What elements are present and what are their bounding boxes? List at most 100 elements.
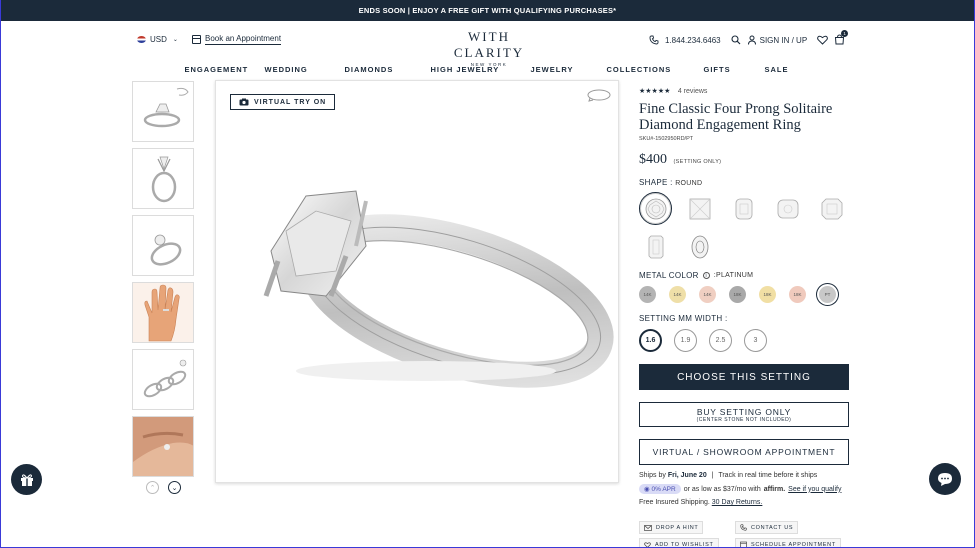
schedule-appointment-label: SCHEDULE APPOINTMENT — [751, 541, 836, 548]
main-image-viewer[interactable]: VIRTUAL TRY ON — [215, 80, 619, 483]
shape-asscher-option[interactable] — [815, 192, 848, 225]
promo-text: ENDS SOON | ENJOY A FREE GIFT WITH QUALI… — [358, 6, 617, 15]
logo[interactable]: WITH CLARITY NEW YORK — [431, 29, 547, 67]
nav-wedding[interactable]: WEDDING — [265, 59, 345, 81]
buy-setting-only-label: BUY SETTING ONLY — [696, 406, 792, 417]
phone-number[interactable]: 1.844.234.6463 — [665, 36, 721, 45]
width-2-5-option[interactable]: 2.5 — [709, 329, 732, 352]
apr-badge: ◉ 0% APR — [639, 484, 681, 494]
cushion-square-diamond-icon — [777, 199, 798, 218]
currency-selector[interactable]: USD ⌄ — [137, 35, 178, 44]
logo-main: WITH CLARITY — [453, 29, 525, 60]
info-icon[interactable]: i — [702, 272, 710, 279]
chevron-down-icon[interactable]: ⌄ — [168, 481, 181, 494]
thumbnail-gallery — [132, 81, 195, 483]
ships-track: Track in real time before it ships — [718, 472, 818, 479]
drop-a-hint-button[interactable]: DROP A HINT — [639, 521, 704, 534]
user-icon[interactable] — [747, 35, 757, 47]
search-icon[interactable] — [731, 34, 741, 47]
ships-date: Fri, June 20 — [667, 472, 707, 479]
metal-options: 14K 14K 14K 18K 18K 18K PT — [639, 286, 851, 303]
thumbnail-hand-model[interactable] — [132, 282, 194, 343]
financing-info: ◉ 0% APR or as low as $37/mo with affirm… — [639, 484, 851, 494]
shape-options — [639, 192, 859, 268]
metal-14k-white[interactable]: 14K — [639, 286, 656, 303]
rating[interactable]: ★★★★★ 4 reviews — [639, 80, 851, 98]
asscher-diamond-icon — [821, 198, 842, 219]
nav-collections[interactable]: COLLECTIONS — [607, 59, 704, 81]
nav-sale[interactable]: SALE — [765, 59, 805, 81]
heart-icon — [644, 541, 651, 547]
shape-emerald-option[interactable] — [639, 230, 672, 263]
metal-14k-rose[interactable]: 14K — [699, 286, 716, 303]
promo-banner[interactable]: ENDS SOON | ENJOY A FREE GIFT WITH QUALI… — [1, 0, 974, 21]
shape-cushion-option[interactable] — [727, 192, 760, 225]
page: ENDS SOON | ENJOY A FREE GIFT WITH QUALI… — [0, 0, 975, 548]
shape-cushion-square-option[interactable] — [771, 192, 804, 225]
phone-icon[interactable] — [649, 35, 659, 47]
calendar-icon — [740, 541, 747, 547]
shape-princess-option[interactable] — [683, 192, 716, 225]
virtual-showroom-appointment-button[interactable]: VIRTUAL / SHOWROOM APPOINTMENT — [639, 439, 849, 465]
thumbnail-ring-top[interactable] — [132, 215, 194, 276]
product-sku: SKU#-1502950RD/PT — [639, 136, 694, 142]
buy-setting-only-button[interactable]: BUY SETTING ONLY (CENTER STONE NOT INCLU… — [639, 402, 849, 427]
price: $400 (SETTING ONLY) — [639, 152, 851, 168]
oval-diamond-icon — [691, 235, 708, 258]
drop-a-hint-label: DROP A HINT — [656, 524, 699, 531]
nav-gifts[interactable]: GIFTS — [704, 59, 765, 81]
emerald-diamond-icon — [648, 235, 663, 258]
thumbnail-nav: ⌃ ⌄ — [146, 481, 181, 494]
shape-oval-option[interactable] — [683, 230, 716, 263]
book-appointment-link[interactable]: Book an Appointment — [192, 34, 282, 45]
envelope-icon — [644, 524, 652, 531]
thumbnail-hand-photo[interactable] — [132, 416, 194, 477]
metal-14k-yellow[interactable]: 14K — [669, 286, 686, 303]
width-3-option[interactable]: 3 — [744, 329, 767, 352]
logo-sub: NEW YORK — [470, 62, 508, 67]
shape-round-option[interactable] — [639, 192, 672, 225]
returns-link[interactable]: 30 Day Returns. — [712, 499, 763, 506]
shape-value: ROUND — [675, 180, 703, 187]
buy-setting-only-note: (CENTER STONE NOT INCLUDED) — [696, 416, 792, 423]
gift-icon — [20, 473, 33, 486]
currency-label: USD — [150, 35, 167, 44]
setting-width-label: SETTING MM WIDTH : — [639, 314, 728, 323]
choose-setting-button[interactable]: CHOOSE THIS SETTING — [639, 364, 849, 390]
schedule-appointment-button[interactable]: SCHEDULE APPOINTMENT — [735, 538, 841, 548]
metal-18k-rose[interactable]: 18K — [789, 286, 806, 303]
princess-diamond-icon — [689, 198, 710, 219]
reviews-link[interactable]: 4 reviews — [678, 88, 708, 95]
add-to-wishlist-button[interactable]: ADD TO WISHLIST — [639, 538, 719, 548]
width-1-9-option[interactable]: 1.9 — [674, 329, 697, 352]
product-details: ★★★★★ 4 reviews Fine Classic Four Prong … — [639, 80, 851, 548]
free-shipping-text: Free Insured Shipping. — [639, 499, 710, 506]
nav-diamonds[interactable]: DIAMONDS — [345, 59, 431, 81]
nav-engagement[interactable]: ENGAGEMENT — [185, 59, 265, 81]
us-flag-icon — [137, 36, 146, 43]
see-if-qualify-link[interactable]: See if you qualify — [788, 486, 841, 493]
price-note: (SETTING ONLY) — [673, 159, 722, 165]
thumbnail-ring-side[interactable] — [132, 148, 194, 209]
heart-icon[interactable] — [817, 35, 829, 47]
cart-icon[interactable]: 1 — [834, 30, 849, 47]
metal-color-text: METAL COLOR — [639, 271, 699, 280]
width-options: 1.6 1.9 2.5 3 — [639, 329, 851, 352]
secondary-actions: DROP A HINT CONTACT US ADD TO WISHLIST S… — [639, 521, 851, 548]
gift-widget-button[interactable] — [11, 464, 42, 495]
contact-us-button[interactable]: CONTACT US — [735, 521, 799, 534]
metal-platinum[interactable]: PT — [819, 286, 836, 303]
width-1-6-option[interactable]: 1.6 — [639, 329, 662, 352]
shipping-returns: Free Insured Shipping. 30 Day Returns. — [639, 499, 851, 506]
thumbnail-ring-angle[interactable] — [132, 81, 194, 142]
metal-18k-white[interactable]: 18K — [729, 286, 746, 303]
contact-us-label: CONTACT US — [751, 524, 794, 531]
chat-widget-button[interactable] — [929, 463, 961, 495]
metal-color-label: METAL COLOR i :PLATINUM — [639, 271, 851, 280]
thumbnail-ring-set[interactable] — [132, 349, 194, 410]
metal-18k-yellow[interactable]: 18K — [759, 286, 776, 303]
price-value: $400 — [639, 152, 667, 167]
sign-in-link[interactable]: SIGN IN / UP — [760, 36, 808, 45]
add-to-wishlist-label: ADD TO WISHLIST — [655, 541, 714, 548]
chevron-up-icon[interactable]: ⌃ — [146, 481, 159, 494]
